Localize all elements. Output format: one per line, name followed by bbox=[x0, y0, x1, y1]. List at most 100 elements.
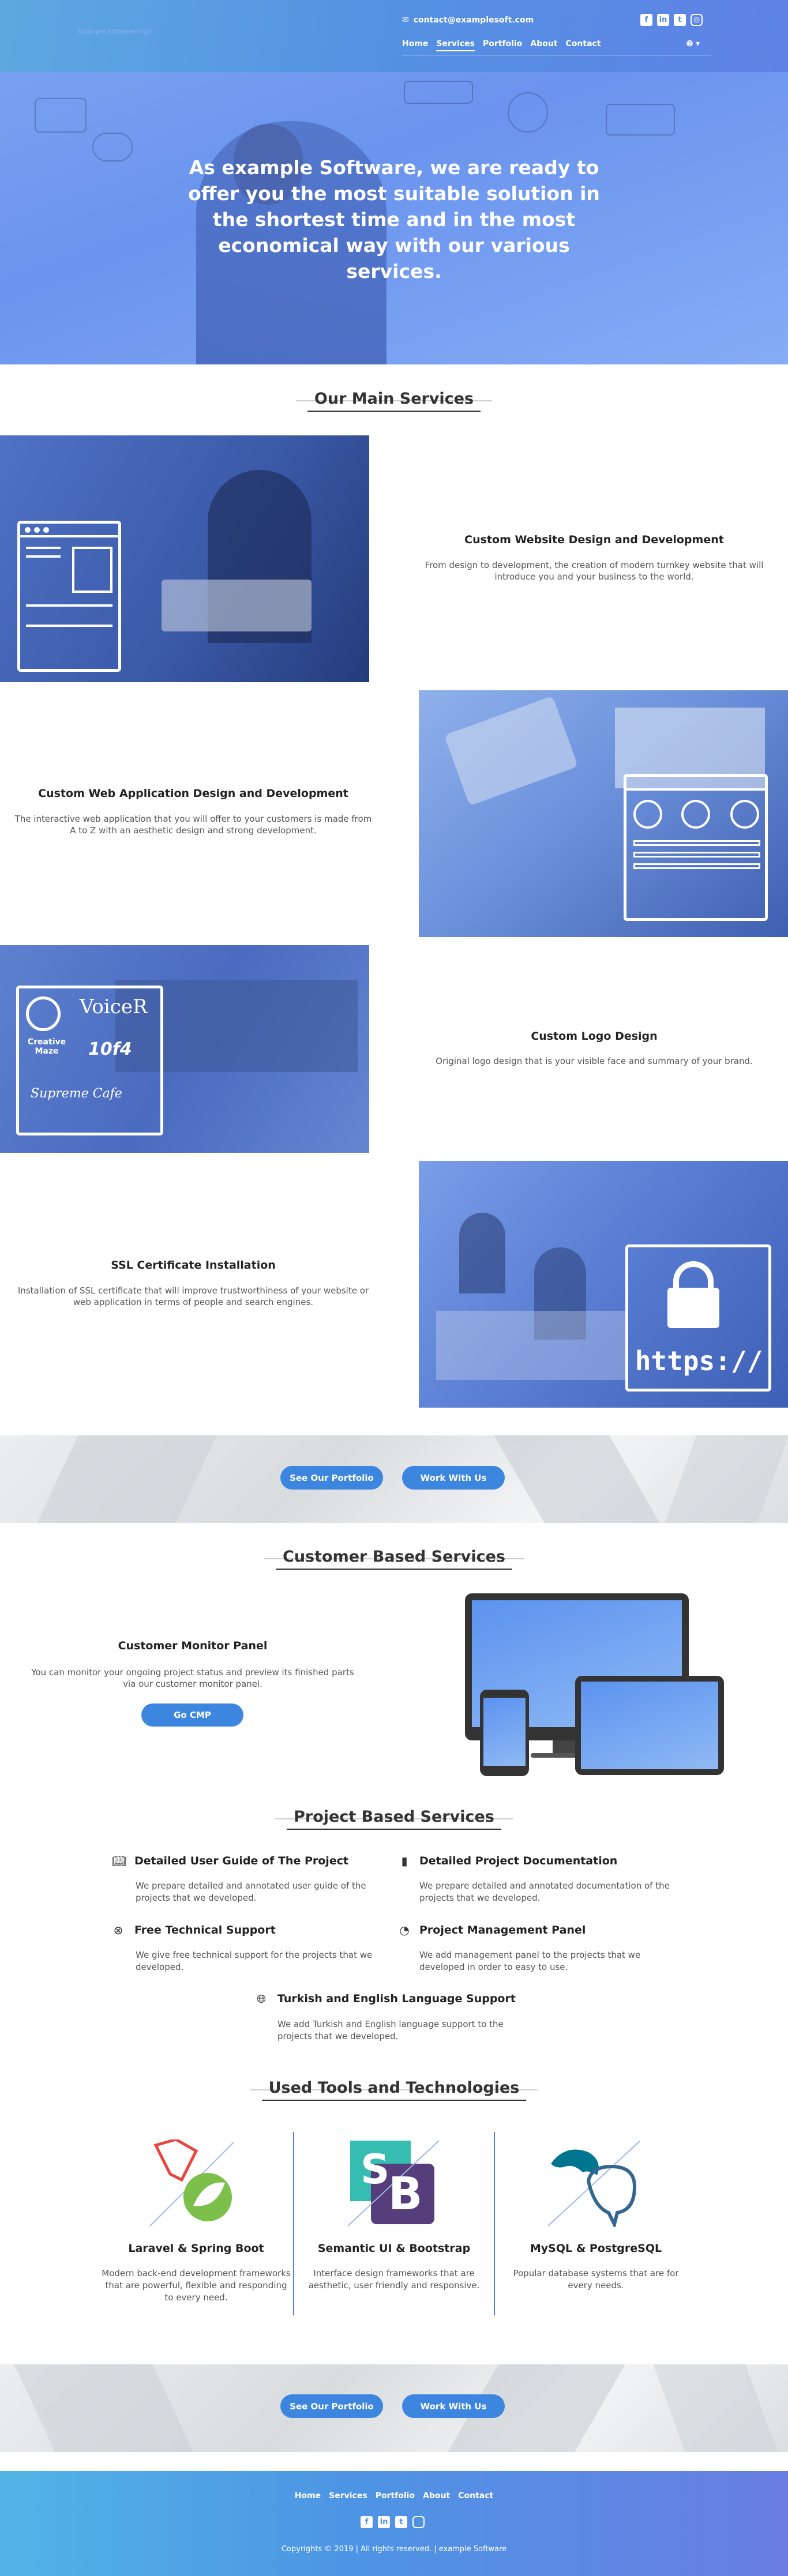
feature-desc-documentation: We prepare detailed and annotated docume… bbox=[419, 1881, 670, 1903]
feature-title-management: Project Management Panel bbox=[419, 1924, 586, 1936]
semantic-letter: S bbox=[361, 2146, 390, 2193]
hero-title: As example Software, we are ready to off… bbox=[188, 156, 600, 283]
service-desc-ssl: Installation of SSL certificate that wil… bbox=[17, 1285, 369, 1307]
tool-title-laravel: Laravel & Spring Boot bbox=[128, 2242, 264, 2255]
webapp-service-image bbox=[419, 690, 788, 937]
chevron-down-icon: ▾ bbox=[696, 39, 700, 48]
service-title-webapp: Custom Web Application Design and Develo… bbox=[38, 787, 348, 800]
dashboard-icon: ◔ bbox=[399, 1923, 410, 1937]
linkedin-icon[interactable]: in bbox=[378, 2516, 390, 2528]
feature-title-user-guide: Detailed User Guide of The Project bbox=[134, 1855, 349, 1867]
linkedin-icon[interactable]: in bbox=[657, 14, 669, 26]
hero-sketch bbox=[35, 98, 87, 133]
logo-samples-illustration: Creative Maze VoiceR 10f4 Supreme Cafe bbox=[16, 986, 163, 1135]
feature-title-language: Turkish and English Language Support bbox=[277, 1992, 516, 2005]
nav-portfolio[interactable]: Portfolio bbox=[483, 39, 522, 51]
ssl-service-image: https:// bbox=[419, 1161, 788, 1408]
footer-nav-about[interactable]: About bbox=[423, 2491, 450, 2500]
nav-services[interactable]: Services bbox=[436, 39, 475, 51]
service-title-website: Custom Website Design and Development bbox=[464, 533, 724, 546]
laravel-spring-logo bbox=[147, 2138, 239, 2229]
hero-sketch bbox=[92, 133, 133, 161]
contact-email-text: contact@examplesoft.com bbox=[413, 16, 534, 25]
hero-sketch bbox=[404, 81, 473, 104]
footer-nav-contact[interactable]: Contact bbox=[458, 2491, 493, 2500]
tools-divider bbox=[494, 2132, 495, 2315]
lifebuoy-icon: ⊗ bbox=[113, 1923, 123, 1937]
footer-social-links: f in t ◎ bbox=[361, 2516, 425, 2528]
dashboard-illustration bbox=[624, 774, 768, 921]
cta-band bbox=[0, 2364, 788, 2452]
facebook-icon[interactable]: f bbox=[361, 2516, 373, 2528]
tools-heading: Used Tools and Technologies bbox=[0, 2079, 788, 2101]
hero-sketch bbox=[606, 104, 675, 136]
tool-title-mysql: MySQL & PostgreSQL bbox=[530, 2242, 662, 2255]
customer-panel-desc: You can monitor your ongoing project sta… bbox=[31, 1667, 354, 1689]
header-social-links: f in t ◎ bbox=[640, 14, 703, 26]
feature-title-support: Free Technical Support bbox=[134, 1924, 276, 1936]
tool-desc-laravel: Modern back-end development frameworks t… bbox=[102, 2268, 291, 2303]
site-logo[interactable]: Example Software logo bbox=[78, 28, 164, 40]
website-service-image bbox=[0, 435, 369, 682]
service-desc-webapp: The interactive web application that you… bbox=[14, 814, 372, 836]
feature-desc-management: We add management panel to the projects … bbox=[419, 1950, 641, 1972]
service-desc-logo: Original logo design that is your visibl… bbox=[436, 1056, 753, 1066]
main-nav: Home Services Portfolio About Contact bbox=[402, 39, 601, 51]
twitter-icon[interactable]: t bbox=[395, 2516, 407, 2528]
go-cmp-button[interactable]: Go CMP bbox=[141, 1703, 243, 1727]
footer-nav: Home Services Portfolio About Contact bbox=[0, 2491, 788, 2500]
project-services-heading: Project Based Services bbox=[0, 1808, 788, 1830]
feature-title-documentation: Detailed Project Documentation bbox=[419, 1855, 618, 1867]
instagram-icon[interactable]: ◎ bbox=[691, 14, 703, 26]
tool-title-semantic: Semantic UI & Bootstrap bbox=[317, 2242, 471, 2255]
service-desc-website: From design to development, the creation… bbox=[425, 560, 764, 582]
ssl-illustration: https:// bbox=[625, 1244, 771, 1392]
padlock-icon bbox=[673, 1261, 714, 1290]
tenfour-logo-text: 10f4 bbox=[88, 1039, 132, 1059]
feature-desc-support: We give free technical support for the p… bbox=[136, 1950, 373, 1972]
main-services-heading: Our Main Services bbox=[0, 390, 788, 412]
feature-desc-language: We add Turkish and English language supp… bbox=[277, 2019, 504, 2041]
language-selector[interactable]: 🌐︎ ▾ bbox=[686, 39, 700, 48]
instagram-icon[interactable]: ◎ bbox=[412, 2516, 425, 2528]
footer-nav-home[interactable]: Home bbox=[295, 2491, 321, 2500]
envelope-icon: ✉ bbox=[402, 16, 409, 25]
footer-nav-services[interactable]: Services bbox=[329, 2491, 367, 2500]
hero-section: Example Software logo ✉ contact@examples… bbox=[0, 0, 788, 364]
customer-services-heading: Customer Based Services bbox=[0, 1548, 788, 1570]
globe-icon: 🌐︎ bbox=[257, 1992, 266, 2006]
footer: Home Services Portfolio About Contact f … bbox=[0, 2471, 788, 2576]
nav-home[interactable]: Home bbox=[402, 39, 428, 51]
see-portfolio-button[interactable]: See Our Portfolio bbox=[280, 1466, 383, 1490]
logo-service-image: Creative Maze VoiceR 10f4 Supreme Cafe bbox=[0, 945, 369, 1153]
customer-panel-title: Customer Monitor Panel bbox=[118, 1639, 268, 1652]
work-with-us-button[interactable]: Work With Us bbox=[402, 1466, 505, 1490]
service-title-logo: Custom Logo Design bbox=[531, 1030, 658, 1043]
tablet-mockup bbox=[575, 1676, 724, 1775]
bootstrap-letter: B bbox=[388, 2168, 423, 2220]
phone-mockup bbox=[480, 1690, 529, 1776]
tools-divider bbox=[293, 2132, 294, 2315]
hero-sketch bbox=[508, 92, 548, 133]
https-text: https:// bbox=[635, 1345, 763, 1377]
see-portfolio-button[interactable]: See Our Portfolio bbox=[280, 2394, 383, 2418]
creative-maze-logo-text: Creative Maze bbox=[27, 1037, 66, 1056]
globe-icon: 🌐︎ bbox=[686, 39, 693, 48]
tool-desc-semantic: Interface design frameworks that are aes… bbox=[308, 2268, 480, 2291]
nav-contact[interactable]: Contact bbox=[566, 39, 601, 51]
mysql-postgres-logo bbox=[547, 2140, 643, 2229]
facebook-icon[interactable]: f bbox=[640, 14, 652, 26]
contact-email-link[interactable]: ✉ contact@examplesoft.com bbox=[402, 16, 534, 25]
cta-band bbox=[0, 1435, 788, 1523]
browser-illustration bbox=[17, 521, 121, 672]
voicer-logo-text: VoiceR bbox=[80, 995, 148, 1018]
feature-desc-user-guide: We prepare detailed and annotated user g… bbox=[136, 1881, 366, 1903]
semantic-bootstrap-logo: S B bbox=[347, 2140, 440, 2227]
book-icon: 📖︎ bbox=[112, 1854, 127, 1868]
footer-nav-portfolio[interactable]: Portfolio bbox=[376, 2491, 415, 2500]
cafe-logo-text: Supreme Cafe bbox=[31, 1086, 122, 1101]
twitter-icon[interactable]: t bbox=[674, 14, 686, 26]
work-with-us-button[interactable]: Work With Us bbox=[402, 2394, 505, 2418]
nav-about[interactable]: About bbox=[530, 39, 557, 51]
copyright-text: Copyrights © 2019 | All rights reserved.… bbox=[281, 2545, 507, 2554]
